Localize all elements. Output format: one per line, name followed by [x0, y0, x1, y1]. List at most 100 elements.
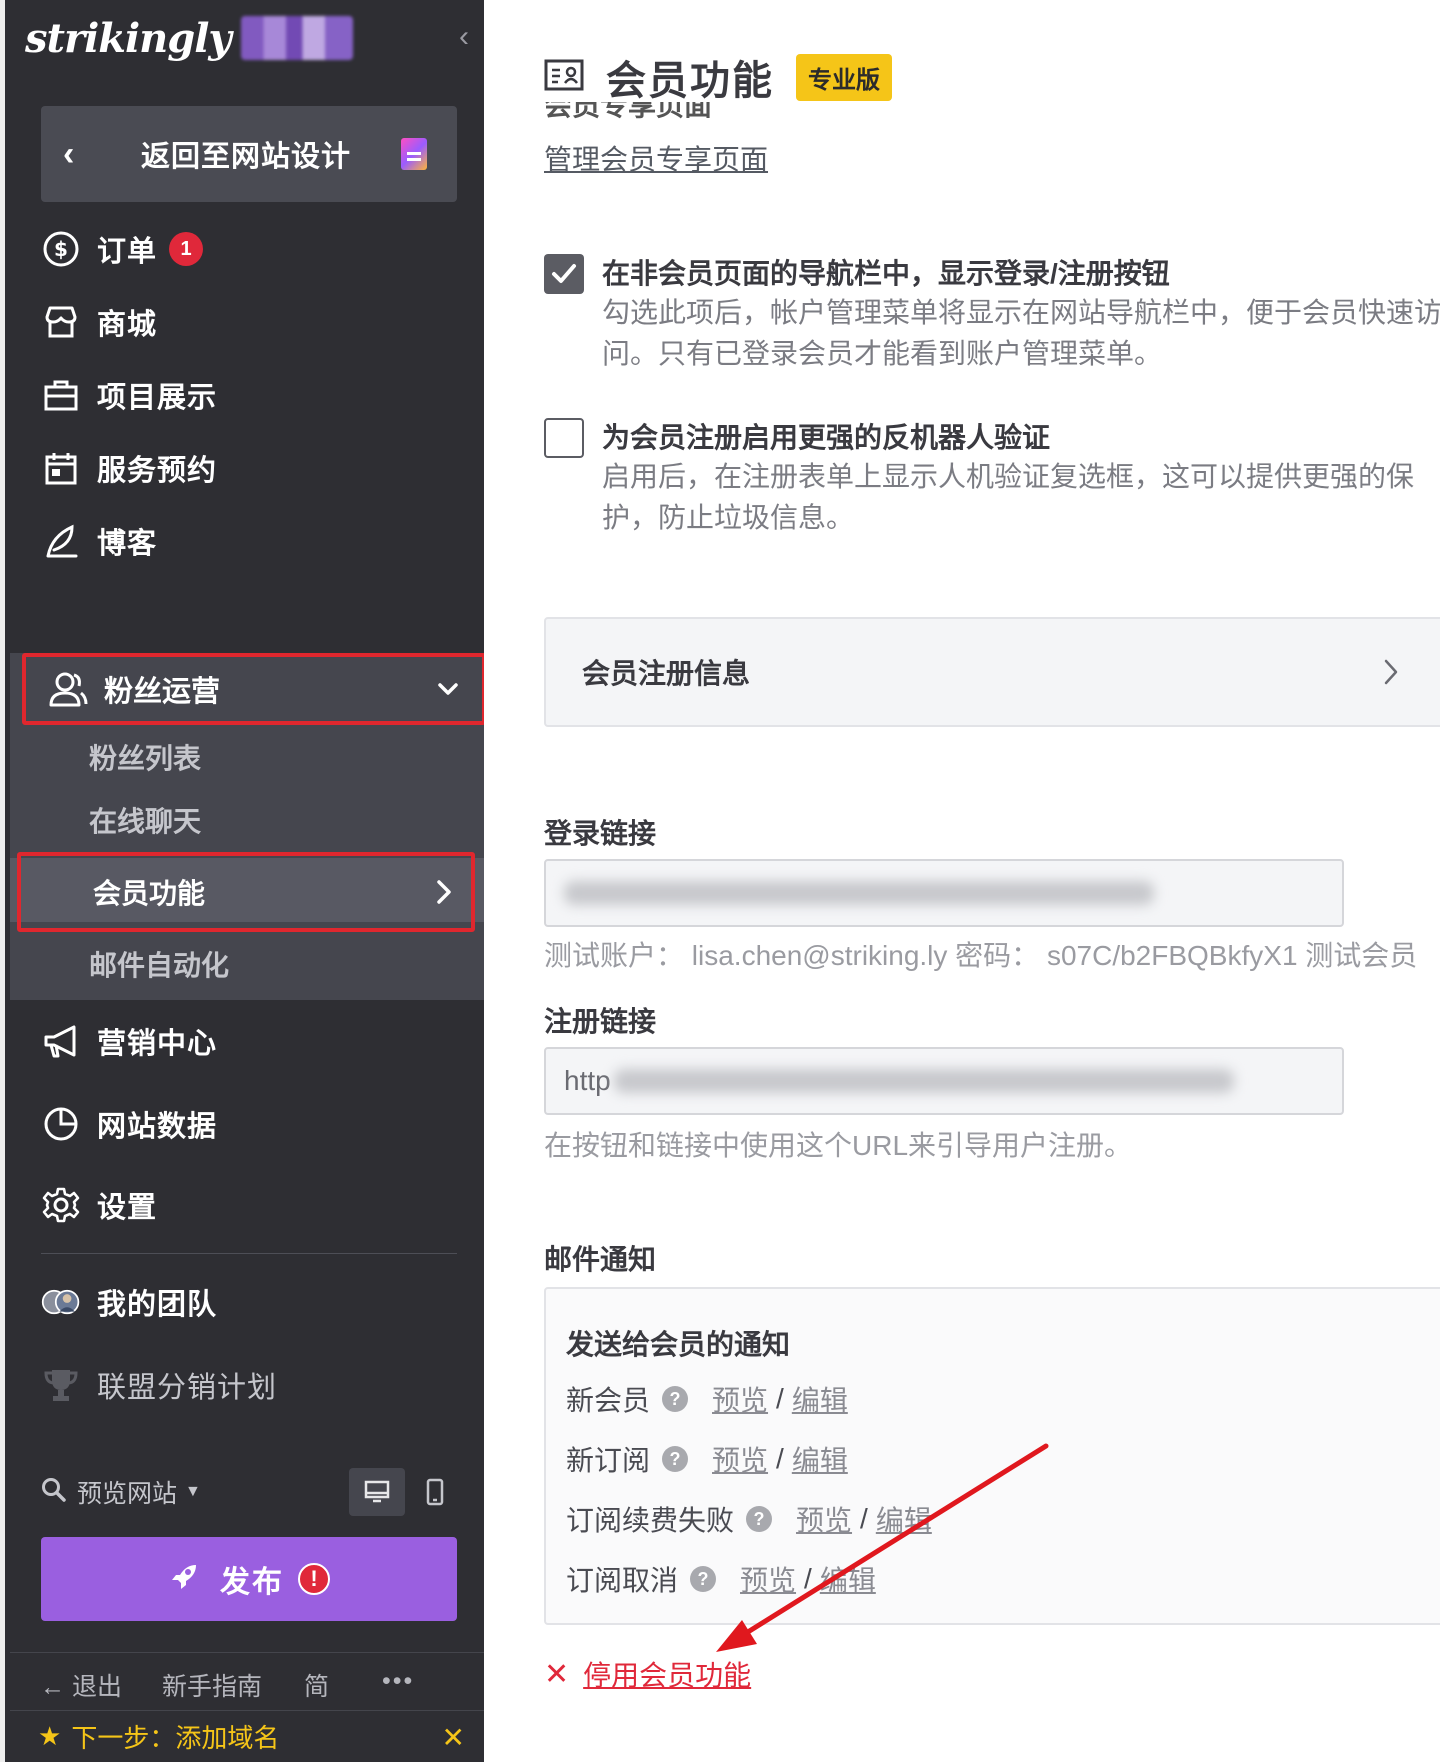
- register-link-field[interactable]: http: [544, 1047, 1344, 1115]
- submenu-item-live-chat[interactable]: 在线聊天: [89, 792, 201, 848]
- anti-bot-option-desc: 启用后，在注册表单上显示人机验证复选框，这可以提供更强的保护，防止垃圾信息。: [602, 461, 1415, 533]
- collapse-sidebar-icon[interactable]: ‹: [459, 20, 469, 54]
- login-link-label: 登录链接: [544, 818, 657, 849]
- back-to-design-button[interactable]: ‹ 返回至网站设计: [41, 106, 457, 202]
- edit-link[interactable]: 编辑: [792, 1439, 848, 1479]
- publish-alert-icon: !: [298, 1563, 330, 1595]
- logo-row: strikingly: [25, 8, 485, 68]
- feather-pen-icon: [41, 521, 81, 561]
- preview-link[interactable]: 预览: [712, 1379, 768, 1419]
- page-header: 会员功能 专业版: [544, 48, 892, 106]
- notification-name: 订阅续费失败: [566, 1505, 735, 1536]
- help-icon[interactable]: ?: [662, 1386, 689, 1412]
- sidebar-item-team[interactable]: 我的团队: [41, 1272, 461, 1332]
- submenu-item-membership[interactable]: 会员功能: [17, 852, 475, 932]
- redacted-url: [614, 1069, 1234, 1093]
- sidebar-footer: ← 退出 新手指南 简 •••: [10, 1652, 489, 1710]
- sidebar-item-label: 营销中心: [97, 1028, 218, 1060]
- close-x-icon: ✕: [544, 1657, 570, 1691]
- sidebar-item-label: 粉丝运营: [104, 676, 221, 708]
- mobile-view-button[interactable]: [415, 1468, 455, 1516]
- sidebar-item-label: 服务预约: [97, 455, 218, 487]
- sidebar-item-label: 项目展示: [97, 382, 218, 414]
- notification-row: 新订阅 ? 预览 / 编辑: [566, 1439, 848, 1479]
- sidebar-item-portfolio[interactable]: 项目展示: [41, 365, 461, 425]
- edit-link[interactable]: 编辑: [820, 1559, 876, 1599]
- desktop-view-button[interactable]: [349, 1468, 405, 1516]
- notification-row: 新会员 ? 预览 / 编辑: [566, 1379, 848, 1419]
- sidebar-item-affiliate[interactable]: 联盟分销计划: [41, 1355, 461, 1415]
- sidebar-item-analytics[interactable]: 网站数据: [41, 1094, 461, 1154]
- trophy-icon: [41, 1365, 81, 1405]
- publish-button[interactable]: 发布 !: [41, 1537, 457, 1621]
- separator: /: [776, 1443, 784, 1474]
- nav-login-checkbox[interactable]: [544, 254, 584, 294]
- users-icon: [48, 669, 88, 709]
- redacted-url: [564, 881, 1154, 905]
- anti-bot-option-title: 为会员注册启用更强的反机器人验证: [602, 422, 1051, 453]
- preview-row: 预览网站 ▼: [41, 1465, 461, 1519]
- submenu-item-email-automation[interactable]: 邮件自动化: [89, 936, 229, 992]
- sidebar-item-fans[interactable]: 粉丝运营: [22, 653, 486, 725]
- anti-bot-checkbox[interactable]: [544, 418, 584, 458]
- page-title: 会员功能: [606, 59, 774, 103]
- dollar-circle-icon: $: [41, 229, 81, 269]
- sidebar-item-label: 设置: [97, 1192, 158, 1224]
- submenu-item-label: 会员功能: [93, 878, 206, 909]
- more-icon[interactable]: •••: [382, 1667, 414, 1696]
- mobile-icon: [426, 1478, 444, 1506]
- edit-link[interactable]: 编辑: [876, 1499, 932, 1539]
- test-account-hint: 测试账户： lisa.chen@striking.ly 密码： s07C/b2F…: [544, 940, 1418, 971]
- logout-label: 退出: [71, 1673, 122, 1701]
- guide-link[interactable]: 新手指南: [162, 1667, 262, 1703]
- next-step-link[interactable]: 下一步：添加域名: [71, 1718, 279, 1755]
- sidebar-item-settings[interactable]: 设置: [41, 1175, 461, 1235]
- disable-membership-link[interactable]: 停用会员功能: [583, 1654, 751, 1694]
- caret-down-icon[interactable]: ▼: [185, 1483, 201, 1501]
- search-icon: [41, 1477, 67, 1508]
- preview-site-dropdown[interactable]: 预览网站: [77, 1474, 177, 1510]
- fans-section: 粉丝运营: [10, 653, 489, 725]
- separator: /: [804, 1563, 812, 1594]
- desktop-icon: [364, 1480, 390, 1503]
- back-to-design-label: 返回至网站设计: [141, 141, 352, 173]
- sidebar-item-booking[interactable]: 服务预约: [41, 438, 461, 498]
- member-registration-info-row[interactable]: 会员注册信息: [544, 617, 1440, 727]
- preview-link[interactable]: 预览: [796, 1499, 852, 1539]
- preview-link[interactable]: 预览: [712, 1439, 768, 1479]
- sidebar-item-label: 博客: [97, 528, 158, 560]
- sidebar-item-label: 联盟分销计划: [97, 1372, 278, 1404]
- orders-count-badge: 1: [169, 232, 204, 266]
- sidebar-item-blog[interactable]: 博客: [41, 511, 461, 571]
- logout-link[interactable]: ← 退出: [40, 1667, 122, 1703]
- manage-members-page-link[interactable]: 管理会员专享页面: [544, 138, 768, 178]
- edit-link[interactable]: 编辑: [792, 1379, 848, 1419]
- language-toggle[interactable]: 简: [304, 1667, 329, 1703]
- chevron-down-icon: [436, 677, 460, 706]
- help-icon[interactable]: ?: [690, 1566, 717, 1592]
- close-icon[interactable]: ✕: [442, 1721, 465, 1754]
- help-icon[interactable]: ?: [662, 1446, 689, 1472]
- registration-info-label: 会员注册信息: [582, 658, 751, 689]
- sidebar-divider: [41, 1253, 457, 1254]
- login-link-field[interactable]: [544, 859, 1344, 927]
- member-notifications-box: 发送给会员的通知 新会员 ? 预览 / 编辑 新订阅 ? 预览 / 编辑 订阅续…: [544, 1287, 1440, 1625]
- help-icon[interactable]: ?: [746, 1506, 773, 1532]
- pro-plan-badge: 专业版: [796, 53, 892, 101]
- chevron-right-icon: [1382, 657, 1400, 692]
- chevron-left-icon: ‹: [63, 134, 75, 173]
- submenu-item-fan-list[interactable]: 粉丝列表: [89, 729, 201, 785]
- rocket-icon: [168, 1561, 200, 1598]
- megaphone-icon: [41, 1021, 81, 1061]
- preview-link[interactable]: 预览: [740, 1559, 796, 1599]
- email-notifications-label: 邮件通知: [544, 1244, 657, 1275]
- sidebar-item-orders[interactable]: $ 订单 1: [41, 219, 461, 279]
- star-icon: ★: [38, 1721, 62, 1751]
- id-card-icon: [544, 59, 584, 96]
- sidebar-item-store[interactable]: 商城: [41, 292, 461, 352]
- sidebar-item-label: 我的团队: [97, 1289, 218, 1321]
- sidebar-item-marketing[interactable]: 营销中心: [41, 1011, 461, 1071]
- strikingly-logo[interactable]: strikingly: [25, 15, 232, 62]
- register-link-hint: 在按钮和链接中使用这个URL来引导用户注册。: [544, 1130, 1133, 1161]
- sidebar-item-label: 订单: [97, 236, 158, 268]
